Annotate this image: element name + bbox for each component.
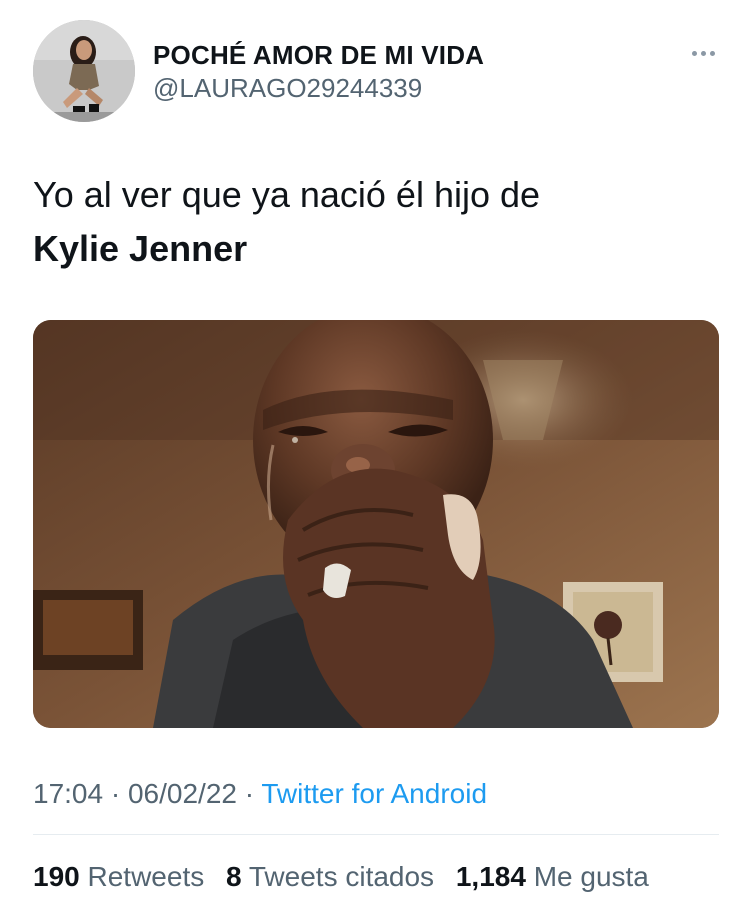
quote-tweets-label: Tweets citados (248, 861, 435, 892)
retweets-count: 190 (33, 861, 80, 892)
quote-tweets-stat[interactable]: 8 Tweets citados (226, 861, 434, 892)
tweet-text-bold-line: Kylie Jenner (33, 228, 248, 269)
user-handle[interactable]: @LAURAGO29244339 (153, 72, 484, 104)
tweet-date[interactable]: 06/02/22 (128, 778, 237, 809)
user-names: POCHÉ AMOR DE MI VIDA @LAURAGO29244339 (153, 40, 484, 104)
more-options-icon (691, 50, 697, 56)
crying-man-photo (33, 320, 719, 728)
likes-label: Me gusta (533, 861, 649, 892)
divider (33, 834, 719, 835)
likes-stat[interactable]: 1,184 Me gusta (456, 861, 649, 892)
likes-count: 1,184 (455, 861, 526, 892)
tweet-header: POCHÉ AMOR DE MI VIDA @LAURAGO29244339 (33, 20, 723, 124)
retweets-label: Retweets (87, 861, 205, 892)
meta-separator: · (244, 778, 255, 809)
tweet: POCHÉ AMOR DE MI VIDA @LAURAGO29244339 Y… (0, 0, 750, 909)
tweet-source-link[interactable]: Twitter for Android (261, 778, 487, 809)
display-name[interactable]: POCHÉ AMOR DE MI VIDA (153, 40, 484, 70)
more-options-icon-dot (700, 50, 706, 56)
tweet-text: Yo al ver que ya nació él hijo de Kylie … (33, 168, 723, 276)
meta-separator: · (110, 778, 121, 809)
tweet-stats: 190 Retweets 8 Tweets citados 1,184 Me g… (33, 860, 663, 894)
avatar[interactable] (33, 20, 135, 122)
retweets-stat[interactable]: 190 Retweets (33, 861, 204, 892)
avatar-image (33, 20, 135, 122)
tweet-media-image[interactable] (33, 320, 719, 728)
tweet-timestamp: 17:04 · 06/02/22 · Twitter for Android (33, 777, 487, 811)
more-options-button[interactable] (683, 38, 723, 68)
tweet-text-line: Yo al ver que ya nació él hijo de (33, 174, 541, 215)
tweet-time[interactable]: 17:04 (33, 778, 103, 809)
more-options-icon-dot (709, 50, 715, 56)
quote-tweets-count: 8 (226, 861, 242, 892)
